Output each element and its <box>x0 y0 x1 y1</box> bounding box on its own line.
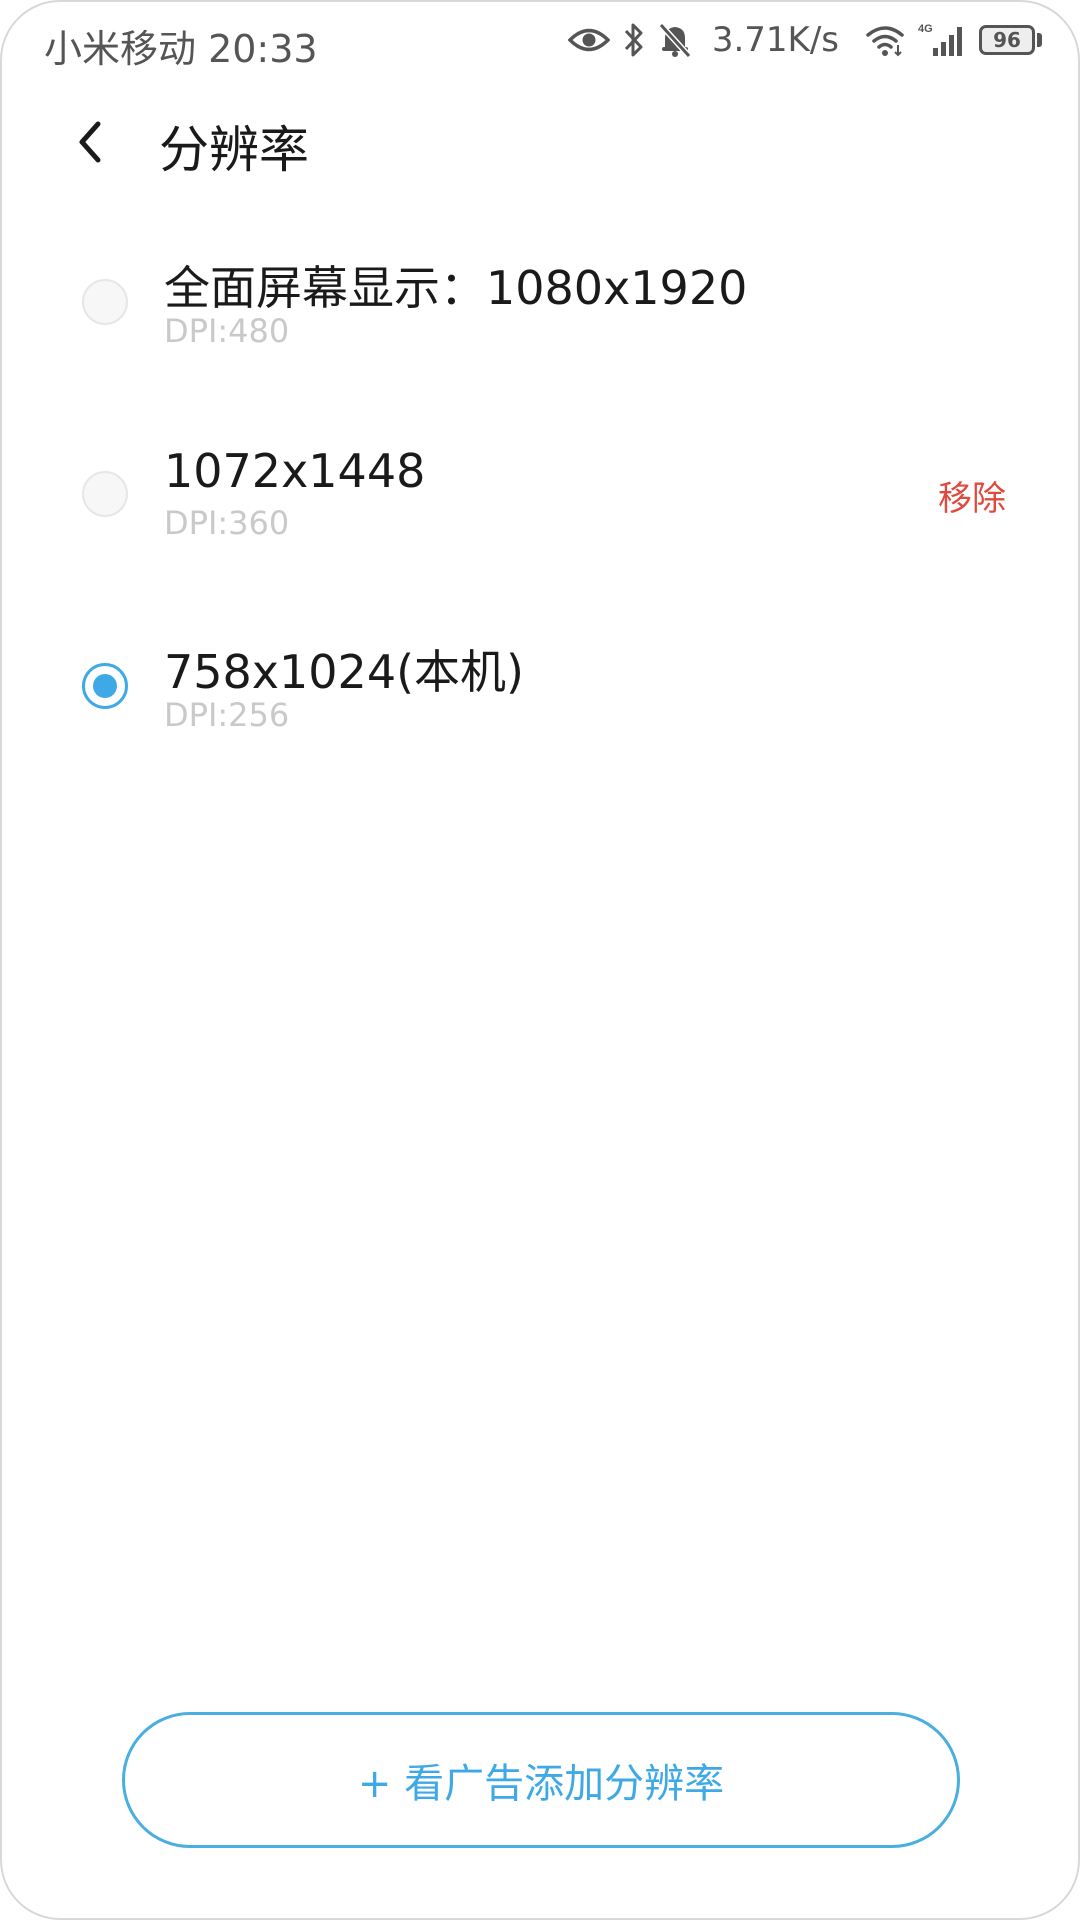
radio-button-selected[interactable] <box>82 663 128 709</box>
radio-button[interactable] <box>82 279 128 325</box>
battery-level: 96 <box>979 25 1035 55</box>
remove-button[interactable]: 移除 <box>938 471 1006 520</box>
resolution-label: 1072x1448 <box>164 444 426 498</box>
header: 分辨率 <box>2 92 1078 192</box>
dpi-label: DPI:360 <box>164 504 290 542</box>
resolution-option-1072[interactable]: 1072x1448 DPI:360 移除 <box>2 419 1078 569</box>
status-bar: 小米移动 20:33 3.71K/s 4G 96 <box>2 2 1078 82</box>
carrier-time: 小米移动 20:33 <box>44 27 318 71</box>
signal-4g-icon: 4G <box>918 23 962 56</box>
screen: 小米移动 20:33 3.71K/s 4G 96 分辨率 全面屏幕显示：1080… <box>0 0 1080 1920</box>
battery-tip <box>1037 33 1042 47</box>
resolution-option-fullscreen[interactable]: 全面屏幕显示：1080x1920 DPI:480 <box>2 227 1078 377</box>
resolution-label: 全面屏幕显示：1080x1920 <box>164 261 748 315</box>
eye-icon <box>567 28 610 52</box>
status-icons: 3.71K/s 4G 96 <box>567 16 1042 64</box>
dpi-label: DPI:256 <box>164 696 290 734</box>
add-resolution-button[interactable]: + 看广告添加分辨率 <box>122 1712 960 1848</box>
battery-icon: 96 <box>979 25 1042 55</box>
dpi-label: DPI:480 <box>164 312 290 350</box>
back-button[interactable] <box>64 114 120 170</box>
bluetooth-icon <box>624 23 643 57</box>
wifi-icon <box>866 26 904 57</box>
resolution-option-native[interactable]: 758x1024(本机) DPI:256 <box>2 611 1078 761</box>
page-title: 分辨率 <box>159 121 309 179</box>
net-speed: 3.71K/s <box>711 20 839 60</box>
svg-text:4G: 4G <box>918 23 933 35</box>
radio-button[interactable] <box>82 471 128 517</box>
bell-muted-icon <box>658 22 692 58</box>
resolution-label: 758x1024(本机) <box>164 645 524 699</box>
radio-dot <box>93 674 117 698</box>
chevron-left-icon <box>79 121 101 163</box>
